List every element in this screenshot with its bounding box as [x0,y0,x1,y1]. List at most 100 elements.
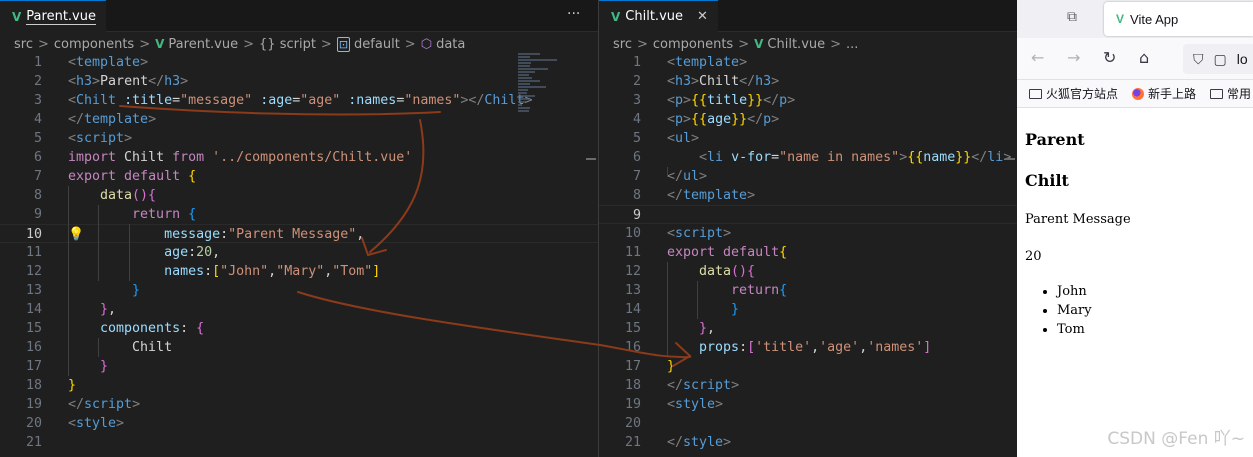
breadcrumb-item[interactable]: src [613,37,632,52]
code-line[interactable]: 20 [599,414,1017,433]
code-line[interactable]: 2 <h3>Chilt</h3> [599,72,1017,91]
code-line[interactable]: 7 export default { [0,167,598,186]
breadcrumb-item[interactable]: default [354,37,400,52]
line-number: 5 [632,131,641,146]
names-list: John Mary Tom [1025,282,1253,339]
line-number: 4 [632,112,641,127]
browser-tab-vite-app[interactable]: V Vite App [1104,2,1253,36]
code-line[interactable]: 2 <h3>Parent</h3> [0,72,598,91]
code-line[interactable]: 13 return{ [599,281,1017,300]
code-line[interactable]: 7 </ul> [599,167,1017,186]
url-bar[interactable]: ⛉ ▢ lo [1183,44,1253,74]
minimap-line [518,98,529,100]
left-editor-pane: V Parent.vue ··· src > components > V Parent.… [0,0,598,457]
vue-file-icon: V [155,37,165,51]
breadcrumb-item[interactable]: ... [846,37,858,52]
reload-icon[interactable]: ↻ [1103,48,1116,67]
code-line[interactable]: 14 }, [0,300,598,319]
code-line[interactable]: 12 data(){ [599,262,1017,281]
left-tab-bar: V Parent.vue ··· [0,0,598,32]
breadcrumb-separator: > [139,36,151,52]
field-icon: ⊡ [336,36,351,52]
code-line[interactable]: 13 } [0,281,598,300]
breadcrumb-item[interactable]: data [436,37,465,52]
code-line[interactable]: 12 names:["John","Mary","Tom"] [0,262,598,281]
minimap-line [518,62,532,64]
breadcrumb-item[interactable]: Chilt.vue [767,37,825,52]
breadcrumb-item[interactable]: components [54,37,134,52]
shield-icon[interactable]: ⛉ [1193,51,1204,68]
code-line[interactable]: 16 Chilt [0,338,598,357]
code-line[interactable]: 17 } [0,357,598,376]
more-actions-icon[interactable]: ··· [567,6,580,22]
minimap-line [518,110,529,112]
code-line[interactable]: 10 💡 message:"Parent Message", [0,224,598,243]
bookmark-item[interactable]: 新手上路 [1132,85,1196,102]
bookmark-label: 常用 [1227,87,1252,101]
breadcrumb-item[interactable]: components [653,37,733,52]
lock-icon[interactable]: ▢ [1214,51,1227,68]
bookmark-item[interactable]: 火狐官方站点 [1029,85,1118,102]
line-number: 11 [624,245,641,260]
tab-chilt-vue[interactable]: V Chilt.vue ✕ [599,0,718,32]
code-line[interactable]: 6 <li v-for="name in names">{{name}}</li… [599,148,1017,167]
breadcrumb-item[interactable]: {} script [259,37,316,52]
code-line[interactable]: 5 <script> [0,129,598,148]
close-tab-icon[interactable]: ✕ [697,9,708,24]
code-line[interactable]: 8 </template> [599,186,1017,205]
code-line[interactable]: 9 [599,205,1017,224]
line-number: 15 [624,321,641,336]
breadcrumb-item[interactable]: src [14,37,33,52]
code-line[interactable]: 19 </script> [0,395,598,414]
code-text: <style> [667,397,724,412]
code-text: export default { [68,169,197,184]
code-line[interactable]: 21 [0,433,598,452]
code-line[interactable]: 19 <style> [599,395,1017,414]
code-line[interactable]: 16 props:['title','age','names'] [599,338,1017,357]
code-line[interactable]: 1 <template> [599,53,1017,72]
code-line[interactable]: 4 <p>{{age}}</p> [599,110,1017,129]
bookmark-item[interactable]: 常用 [1210,85,1251,102]
code-line[interactable]: 8 data(){ [0,186,598,205]
code-line[interactable]: 15 }, [599,319,1017,338]
firefox-icon [1132,87,1145,100]
line-number: 18 [624,378,641,393]
title-text: Parent Message [1025,212,1131,227]
code-line[interactable]: 18 </script> [599,376,1017,395]
code-line[interactable]: 3 <Chilt :title="message" :age="age" :nam… [0,91,598,110]
code-text: <script> [667,226,732,241]
code-text: names:["John","Mary","Tom"] [68,264,381,279]
code-line[interactable]: 15 components: { [0,319,598,338]
code-line[interactable]: 11 age:20, [0,243,598,262]
code-line[interactable]: 21 </style> [599,433,1017,452]
minimap[interactable] [518,53,590,113]
code-line[interactable]: 4 </template> [0,110,598,129]
code-line[interactable]: 3 <p>{{title}}</p> [599,91,1017,110]
code-line[interactable]: 18} [0,376,598,395]
tab-parent-vue[interactable]: V Parent.vue [0,0,106,32]
code-line[interactable]: 14 } [599,300,1017,319]
age-text: 20 [1025,249,1042,264]
home-icon[interactable]: ⌂ [1139,48,1149,67]
scrollbar-marker[interactable] [586,158,596,160]
code-line[interactable]: 10 <script> [599,224,1017,243]
code-line[interactable]: 17} [599,357,1017,376]
back-arrow-icon[interactable]: ← [1031,48,1044,67]
scrollbar-marker[interactable] [1005,158,1015,160]
code-text: <h3>Parent</h3> [68,74,189,89]
line-number: 3 [33,93,42,108]
code-line[interactable]: 20 <style> [0,414,598,433]
tab-overview-icon[interactable]: ⧉ [1067,9,1085,25]
line-number: 14 [624,302,641,317]
code-line[interactable]: 11 export default{ [599,243,1017,262]
code-line[interactable]: 6 import Chilt from '../components/Chilt.… [0,148,598,167]
code-line[interactable]: 1 <template> [0,53,598,72]
code-area[interactable]: 1 <template> 2 <h3>Parent</h3> 3 <Chilt :titl… [0,53,598,452]
code-area[interactable]: 1 <template> 2 <h3>Chilt</h3> 3 <p>{{title}}<… [599,53,1017,452]
code-line[interactable]: 5 <ul> [599,129,1017,148]
minimap-line [518,89,528,91]
forward-arrow-icon[interactable]: → [1067,48,1080,67]
code-line[interactable]: 9 return { [0,205,598,224]
breadcrumb-item[interactable]: Parent.vue [168,37,238,52]
code-text: } [667,359,676,374]
